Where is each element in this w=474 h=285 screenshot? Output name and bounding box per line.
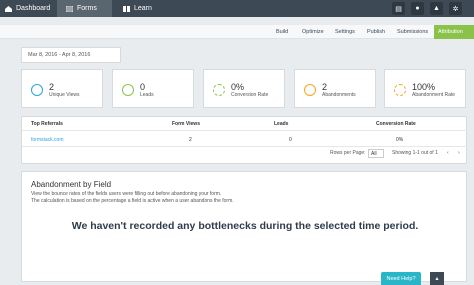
eye-icon xyxy=(31,84,43,96)
panel-description: View the bounce rates of the fields user… xyxy=(31,191,222,197)
chevron-right-icon: › xyxy=(458,150,460,156)
divider xyxy=(22,130,468,131)
stat-card-abandonment-rate: 100% Abandonment Rate xyxy=(384,69,466,108)
home-icon xyxy=(5,5,12,12)
table-cell-rate: 0% xyxy=(396,137,404,143)
tab-learn-label: Learn xyxy=(134,5,152,12)
subtab-settings[interactable]: Settings xyxy=(335,25,355,39)
column-header-leads[interactable]: Leads xyxy=(274,121,288,127)
scroll-to-top-button[interactable]: ▴ xyxy=(430,272,444,285)
chevron-up-icon: ▴ xyxy=(435,276,439,282)
tab-forms-label: Forms xyxy=(77,5,97,12)
tab-learn[interactable]: Learn xyxy=(123,0,168,17)
panel-title: Abandonment by Field xyxy=(31,180,112,189)
tab-dashboard[interactable]: Dashboard xyxy=(5,0,57,17)
stat-value: 0 xyxy=(140,82,146,92)
need-help-button[interactable]: Need Help? xyxy=(381,272,421,285)
rows-per-page-select[interactable]: All xyxy=(368,149,384,158)
refresh-icon xyxy=(213,84,225,96)
column-header-form-views[interactable]: Form Views xyxy=(172,121,200,127)
ban-icon xyxy=(304,84,316,96)
prev-page-button[interactable]: ‹ xyxy=(447,150,449,156)
user-icon: ● xyxy=(415,5,420,12)
stat-card-unique-views: 2 Unique Views xyxy=(21,69,103,108)
stat-label: Abandonment Rate xyxy=(412,92,456,98)
subtab-build[interactable]: Build xyxy=(276,25,288,39)
table-cell-views: 2 xyxy=(189,137,192,143)
subtab-attribution[interactable]: Attribution xyxy=(434,25,474,39)
settings-button[interactable]: ✲ xyxy=(449,2,462,15)
chevron-left-icon: ‹ xyxy=(447,150,449,156)
forms-icon xyxy=(66,5,73,12)
top-navbar: Dashboard Forms Learn ▤ ● ▲ ✲ xyxy=(0,0,474,17)
rows-per-page-value: All xyxy=(371,150,377,157)
settings-icon: ✲ xyxy=(452,5,459,13)
stat-value: 0% xyxy=(231,82,245,92)
stat-value: 2 xyxy=(49,82,55,92)
abandonment-panel: Abandonment by Field View the bounce rat… xyxy=(21,171,467,282)
column-header-conversion-rate[interactable]: Conversion Rate xyxy=(376,121,416,127)
bell-icon: ▲ xyxy=(433,5,440,12)
next-page-button[interactable]: › xyxy=(458,150,460,156)
column-header-referrals[interactable]: Top Referrals xyxy=(31,121,63,127)
tab-forms[interactable]: Forms xyxy=(57,0,112,17)
stat-label: Leads xyxy=(140,92,154,98)
table-cell-leads: 0 xyxy=(289,137,292,143)
stat-label: Unique Views xyxy=(49,92,80,98)
subtab-optimize[interactable]: Optimize xyxy=(302,25,324,39)
panel-description: The calculation is based on the percenta… xyxy=(31,198,234,204)
form-subnav: Build Optimize Settings Publish Submissi… xyxy=(0,25,474,39)
stat-card-leads: 0 Leads xyxy=(112,69,194,108)
date-range-text: Mar 8, 2016 - Apr 8, 2016 xyxy=(28,52,91,58)
date-range-picker[interactable]: Mar 8, 2016 - Apr 8, 2016 xyxy=(21,47,121,63)
refresh-icon xyxy=(394,84,406,96)
referral-link[interactable]: formstack.com xyxy=(31,137,64,143)
tab-dashboard-label: Dashboard xyxy=(16,5,51,12)
divider xyxy=(22,146,468,147)
book-button[interactable]: ▤ xyxy=(392,2,405,15)
empty-state-message: We haven't recorded any bottlenecks duri… xyxy=(71,220,419,232)
stat-label: Conversion Rate xyxy=(231,92,269,98)
rows-per-page-label: Rows per Page: xyxy=(330,150,366,156)
need-help-label: Need Help? xyxy=(386,275,416,282)
subtab-publish[interactable]: Publish xyxy=(367,25,385,39)
lead-icon xyxy=(122,84,134,96)
pagination-range: Showing 1-1 out of 1 xyxy=(392,150,438,156)
subtab-submissions[interactable]: Submissions xyxy=(397,25,428,39)
user-button[interactable]: ● xyxy=(411,2,424,15)
stat-value: 100% xyxy=(412,82,436,92)
stat-label: Abandonments xyxy=(322,92,356,98)
stat-card-abandonments: 2 Abandonments xyxy=(294,69,376,108)
book-icon: ▤ xyxy=(395,5,402,13)
book-icon xyxy=(123,5,130,12)
notifications-button[interactable]: ▲ xyxy=(430,2,443,15)
stat-card-conversion-rate: 0% Conversion Rate xyxy=(203,69,285,108)
stat-value: 2 xyxy=(322,82,328,92)
referrals-table: Top Referrals Form Views Leads Conversio… xyxy=(21,116,468,164)
